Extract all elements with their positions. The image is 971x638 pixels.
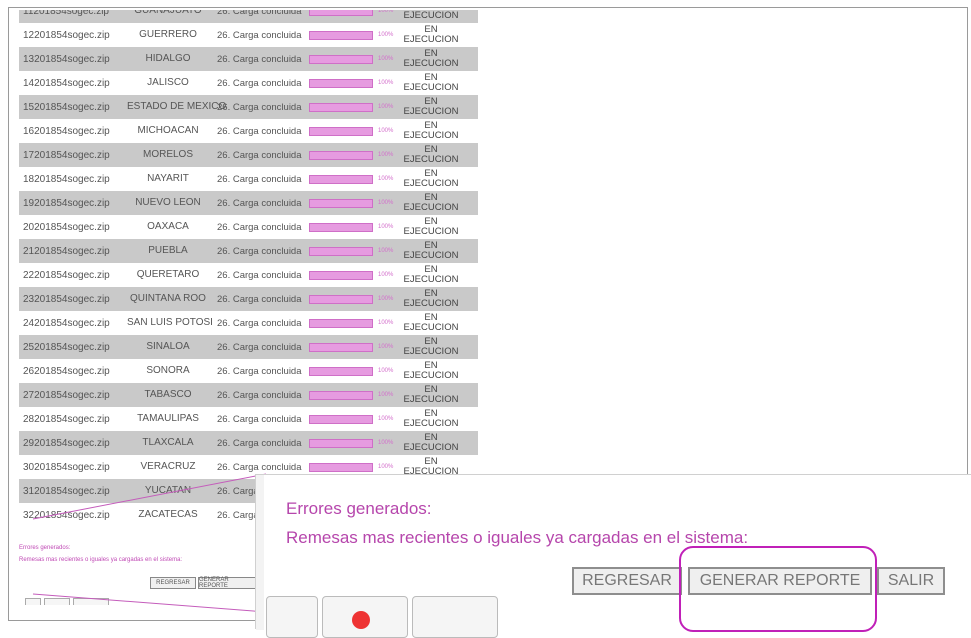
zoom-left-strip [256, 475, 264, 630]
salir-button[interactable]: SALIR [877, 567, 945, 595]
record-icon [352, 611, 370, 629]
errors-label: Errores generados: [286, 499, 432, 518]
tab-3[interactable] [412, 596, 498, 638]
remesas-label: Remesas mas recientes o iguales ya carga… [286, 528, 749, 547]
regresar-button[interactable]: REGRESAR [572, 567, 682, 595]
generar-reporte-highlight [679, 546, 877, 632]
tab-1[interactable] [266, 596, 318, 638]
